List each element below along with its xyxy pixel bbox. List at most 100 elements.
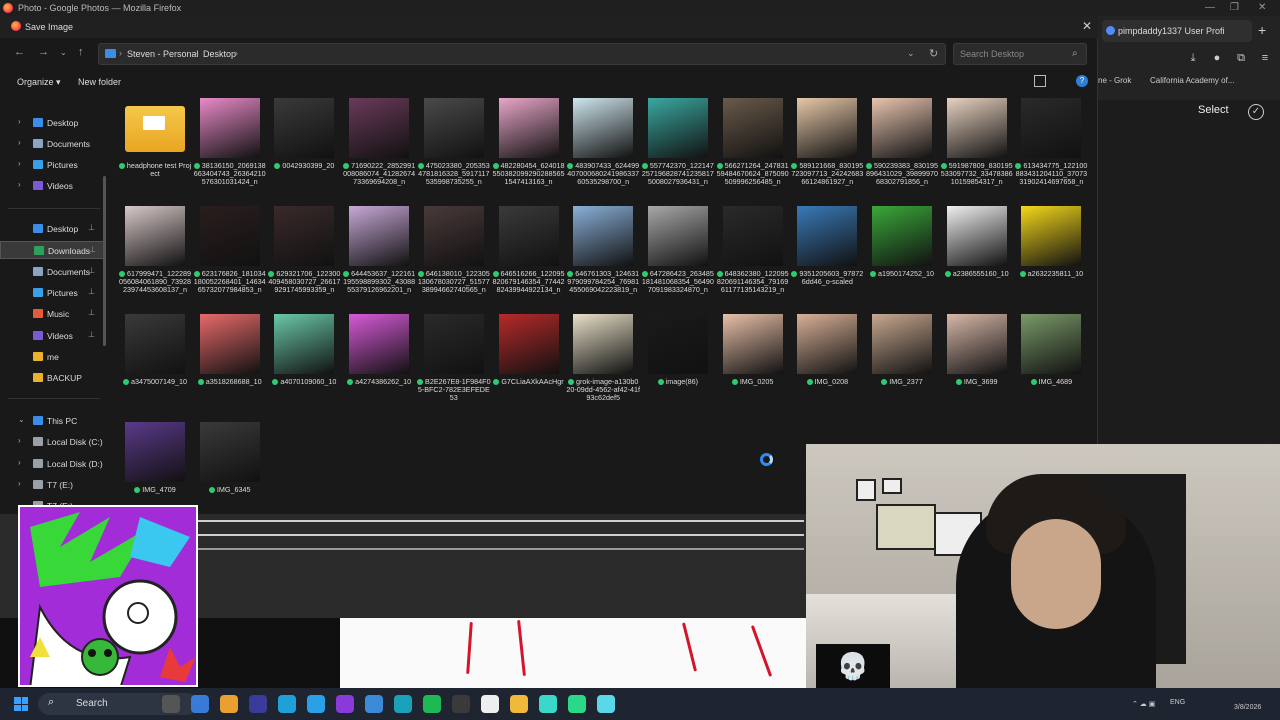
file-item[interactable]: 38136150_206913866340474​3_2636421057630…	[193, 98, 266, 202]
chevron-right-icon[interactable]: ›	[18, 159, 21, 168]
file-item[interactable]: a3475007149_10	[118, 314, 190, 418]
file-item[interactable]: 566271264_2478315948467062​4_87509050999…	[716, 98, 789, 202]
file-item[interactable]: 629321706_12230040945803072​7_2661792917…	[267, 206, 340, 310]
file-item[interactable]: 0042930399_20	[267, 98, 339, 202]
file-item[interactable]: G7CLiaAXkAAcHgr	[492, 314, 564, 418]
file-item[interactable]: 647286423_26348518148106835​4_5649070919…	[641, 206, 714, 310]
file-item[interactable]: 646761303_12463197909978425​4_7698145506…	[566, 206, 639, 310]
nav-item-pictures[interactable]: › Pictures	[0, 156, 104, 174]
file-item[interactable]: 617999471_1222890560840618​90_7392823974…	[118, 206, 191, 310]
chrome-icon[interactable]	[220, 695, 238, 713]
file-item[interactable]: a1950174252_10	[865, 206, 937, 310]
refresh-icon[interactable]: ↻	[929, 47, 938, 60]
file-item[interactable]: 623176826_181034180052268401_14634657320…	[193, 206, 266, 310]
file-item[interactable]: 475023380_2053534781816328_5917117535998…	[417, 98, 490, 202]
file-item[interactable]: 648362380_1220958206911463​54_7916961177…	[716, 206, 789, 310]
organize-button[interactable]: Organize ▾	[17, 77, 61, 88]
nav-item-me[interactable]: me	[0, 348, 104, 366]
nav-item-this-pc[interactable]: ⌄ This PC	[0, 412, 104, 430]
file-item[interactable]: 646138010_1223051306780307​27_5157738994…	[417, 206, 490, 310]
nav-item-music[interactable]: Music ⊥	[0, 305, 104, 323]
new-tab-icon[interactable]: +	[1258, 22, 1266, 38]
nav-item-documents[interactable]: › Documents	[0, 135, 104, 153]
recent-locations-icon[interactable]: ⌄	[60, 48, 67, 57]
notepad-icon[interactable]	[307, 695, 325, 713]
help-icon[interactable]: ?	[1076, 75, 1088, 87]
folder-item[interactable]: headphone test Project	[118, 98, 191, 202]
file-item[interactable]: 589121668_83019572309771​3_2424268366124…	[790, 98, 863, 202]
terminal-icon[interactable]	[336, 695, 354, 713]
tray-language[interactable]: ENG	[1170, 699, 1185, 706]
up-icon[interactable]: ↑	[78, 46, 84, 58]
address-bar[interactable]: › Steven - Personal › Desktop › ⌄ ↻	[98, 43, 946, 65]
file-item[interactable]: B2E267E8-1F984F05-BFC2-782E3EFEDE53	[417, 314, 491, 418]
file-item[interactable]: 644453637_1221611955988993​02_4308855379…	[342, 206, 415, 310]
file-item[interactable]: IMG_2377	[865, 314, 937, 418]
maximize-icon[interactable]: ❐	[1230, 2, 1239, 13]
minimize-icon[interactable]: —	[1205, 2, 1215, 13]
nav-item-local-disk-c[interactable]: › Local Disk (C:)	[0, 433, 104, 451]
bookmark-grok[interactable]: ne - Grok	[1098, 76, 1131, 85]
file-item[interactable]: 9351205603_978726dd46_o-scaled	[790, 206, 863, 310]
file-item[interactable]: 646516266_1220958206791463​54_7744282439…	[492, 206, 564, 310]
nav-item-videos[interactable]: › Videos	[0, 177, 104, 195]
taskview-icon[interactable]	[191, 695, 209, 713]
spotify-icon[interactable]	[423, 695, 441, 713]
file-item[interactable]: a3518268688_10	[193, 314, 265, 418]
account-icon[interactable]: ●	[1210, 52, 1224, 66]
tray-date[interactable]: 3/8/2026	[1234, 704, 1261, 711]
start-icon[interactable]	[14, 697, 28, 711]
back-icon[interactable]: ←	[14, 46, 25, 58]
chevron-right-icon[interactable]: ›	[18, 138, 21, 147]
file-item[interactable]: IMG_6345	[193, 422, 265, 526]
firefox-icon[interactable]	[249, 695, 267, 713]
file-item[interactable]: 590239383_830195896431029_398999706830​2…	[865, 98, 938, 202]
address-dropdown-icon[interactable]: ⌄	[907, 48, 915, 59]
file-item[interactable]: a4274386262_10	[342, 314, 414, 418]
nav-item-backup[interactable]: BACKUP	[0, 369, 104, 387]
select-button[interactable]: Select	[1198, 104, 1229, 116]
file-item[interactable]: IMG_0205	[716, 314, 788, 418]
nav-item-desktop[interactable]: › Desktop	[0, 114, 104, 132]
browser-tab[interactable]: pimpdaddy1337 User Profi	[1102, 20, 1252, 42]
settings-icon[interactable]	[568, 695, 586, 713]
nav-scrollbar[interactable]	[103, 176, 106, 346]
edge-icon[interactable]	[597, 695, 615, 713]
nav-item-t7-e[interactable]: › T7 (E:)	[0, 476, 104, 494]
chevron-right-icon[interactable]: ›	[18, 180, 21, 189]
chevron-right-icon[interactable]: ›	[18, 479, 21, 488]
menu-icon[interactable]: ≡	[1258, 52, 1272, 66]
file-item[interactable]: IMG_3699	[940, 314, 1012, 418]
close-icon[interactable]: ✕	[1258, 2, 1266, 13]
steam-icon[interactable]	[452, 695, 470, 713]
new-folder-button[interactable]: New folder	[78, 77, 121, 87]
nav-item-pictures[interactable]: Pictures ⊥	[0, 284, 104, 302]
forward-icon[interactable]: →	[38, 46, 49, 58]
tray-icons[interactable]: ⌃ ☁ ▣	[1132, 700, 1155, 708]
file-item[interactable]: a4070109060_10	[267, 314, 339, 418]
select-check-icon[interactable]: ✓	[1248, 104, 1264, 120]
explorer-icon[interactable]	[510, 695, 528, 713]
file-item[interactable]: 613434775_1221008834312041​10_370733190​…	[1014, 98, 1087, 202]
file-item[interactable]: 591987809_830195533097732_334783861015​9…	[940, 98, 1013, 202]
file-item[interactable]: 71690222_2852991008086074_41282674733696…	[342, 98, 415, 202]
chevron-right-icon[interactable]: ›	[18, 458, 21, 467]
file-item[interactable]: IMG_0208	[790, 314, 862, 418]
download-icon[interactable]: ⤓	[1186, 52, 1200, 66]
file-item[interactable]: IMG_4689	[1014, 314, 1086, 418]
store-icon[interactable]	[394, 695, 412, 713]
nav-item-documents[interactable]: Documents ⊥	[0, 263, 104, 281]
view-options-icon[interactable]	[1034, 75, 1046, 87]
file-item[interactable]: 483907433_6244994070006802419863376053​5…	[566, 98, 639, 202]
breadcrumb-desktop[interactable]: Desktop	[203, 49, 236, 59]
file-item[interactable]: grok-image-a130b020-09dd-4562-af42-41f93…	[566, 314, 640, 418]
powershell-icon[interactable]	[278, 695, 296, 713]
chevron-right-icon[interactable]: ›	[18, 436, 21, 445]
photos-icon[interactable]	[365, 695, 383, 713]
bookmark-california-academy[interactable]: California Academy of...	[1150, 76, 1234, 85]
file-item[interactable]: a2386555160_10	[940, 206, 1012, 310]
file-item[interactable]: a2632235811_10	[1014, 206, 1086, 310]
breadcrumb-personal[interactable]: Steven - Personal	[127, 49, 199, 59]
chevron-right-icon[interactable]: ›	[18, 117, 21, 126]
extensions-icon[interactable]: ⧉	[1234, 52, 1248, 66]
